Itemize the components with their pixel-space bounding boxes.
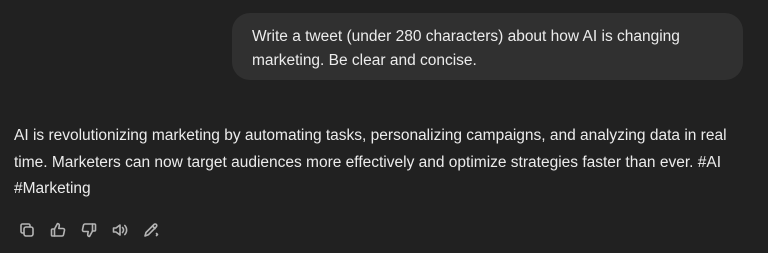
pen-icon <box>144 223 159 237</box>
chat-page: Write a tweet (under 280 characters) abo… <box>0 0 768 253</box>
user-message-bubble: Write a tweet (under 280 characters) abo… <box>232 13 743 80</box>
assistant-message-text: AI is revolutionizing marketing by autom… <box>14 127 727 197</box>
copy-icon <box>20 223 34 237</box>
bad-response-button[interactable] <box>78 220 100 240</box>
message-actions-toolbar <box>16 220 162 240</box>
user-message-text: Write a tweet (under 280 characters) abo… <box>252 28 680 69</box>
copy-button[interactable] <box>16 220 38 240</box>
thumbs-down-icon <box>81 223 97 238</box>
edit-in-canvas-button[interactable] <box>140 220 162 240</box>
assistant-message: AI is revolutionizing marketing by autom… <box>14 123 756 203</box>
good-response-button[interactable] <box>47 220 69 240</box>
thumbs-up-icon <box>50 222 66 237</box>
speaker-icon <box>112 224 128 236</box>
read-aloud-button[interactable] <box>109 220 131 240</box>
